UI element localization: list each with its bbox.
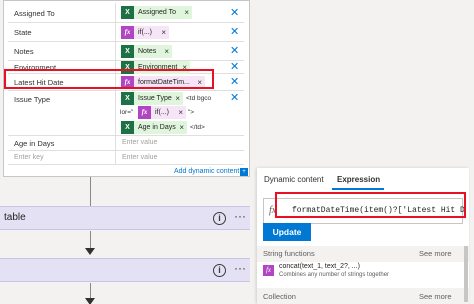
tab-dynamic-content[interactable]: Dynamic content xyxy=(264,175,324,184)
row-label: Notes xyxy=(14,47,34,56)
section-title: Collection xyxy=(263,292,296,301)
excel-icon: X xyxy=(121,121,134,134)
value-field[interactable]: X Notes × xyxy=(115,42,232,60)
action-card[interactable]: i ··· xyxy=(0,258,250,282)
update-button[interactable]: Update xyxy=(263,223,311,241)
arrow-down-icon xyxy=(85,298,95,304)
scrollbar[interactable] xyxy=(464,246,468,302)
html-text-fragment: "> xyxy=(188,109,195,116)
dynamic-token[interactable]: X Notes × xyxy=(121,45,172,58)
value-field[interactable]: Enter value xyxy=(115,151,232,164)
expression-token[interactable]: fx if(...) × xyxy=(138,106,186,119)
tab-expression[interactable]: Expression xyxy=(337,175,380,184)
delete-row-icon[interactable]: ✕ xyxy=(230,75,239,88)
row-label: State xyxy=(14,28,32,37)
add-dynamic-content-icon[interactable]: + xyxy=(240,168,248,176)
function-description: Combines any number of strings together xyxy=(279,272,390,278)
action-card-table[interactable]: table i ··· xyxy=(0,206,250,230)
dynamic-content-pane: Dynamic content Expression fx formatDate… xyxy=(257,168,469,304)
token-label: if(...) xyxy=(155,109,169,116)
more-options-icon[interactable]: ··· xyxy=(234,209,246,223)
expression-token[interactable]: fx if(...) × xyxy=(121,26,169,39)
token-label: Assigned To xyxy=(138,9,177,16)
function-icon: fx xyxy=(263,265,274,276)
function-icon: fx xyxy=(121,26,134,39)
see-more-link[interactable]: See more xyxy=(419,249,452,258)
form-row-notes: Notes X Notes × ✕ xyxy=(8,42,244,61)
remove-token-icon[interactable]: × xyxy=(164,45,169,58)
delete-row-icon[interactable]: ✕ xyxy=(230,44,239,57)
excel-icon: X xyxy=(121,45,134,58)
delete-row-icon[interactable]: ✕ xyxy=(230,60,239,73)
highlight-box xyxy=(4,69,214,89)
excel-icon: X xyxy=(121,6,134,19)
remove-token-icon[interactable]: × xyxy=(184,6,189,19)
row-label: Assigned To xyxy=(14,9,55,18)
value-field[interactable]: Enter value xyxy=(115,136,232,150)
form-row-state: State fx if(...) × ✕ xyxy=(8,23,244,42)
html-text-fragment: <td bgco xyxy=(186,95,212,102)
form-row-age-in-days: Age in Days Enter value xyxy=(8,136,244,151)
info-icon[interactable]: i xyxy=(213,264,226,277)
more-options-icon[interactable]: ··· xyxy=(234,261,246,275)
value-placeholder: Enter value xyxy=(122,154,158,161)
token-label: Issue Type xyxy=(138,95,172,102)
form-row-issue-type: Issue Type X Issue Type × <td bgco lor="… xyxy=(8,91,244,136)
highlight-box xyxy=(275,192,466,218)
value-field[interactable]: fx if(...) × xyxy=(115,23,232,41)
add-dynamic-content-link[interactable]: Add dynamic content xyxy=(174,168,239,175)
delete-row-icon[interactable]: ✕ xyxy=(230,25,239,38)
value-field[interactable]: X Assigned To × xyxy=(115,3,232,22)
excel-icon: X xyxy=(121,92,134,105)
function-icon: fx xyxy=(138,106,151,119)
remove-token-icon[interactable]: × xyxy=(179,121,184,134)
row-label: Issue Type xyxy=(14,95,51,104)
dynamic-token[interactable]: X Issue Type × xyxy=(121,92,183,105)
remove-token-icon[interactable]: × xyxy=(178,106,183,119)
row-label: Age in Days xyxy=(14,139,55,148)
key-input[interactable]: Enter key xyxy=(14,154,44,161)
delete-row-icon[interactable]: ✕ xyxy=(230,91,239,104)
token-label: Notes xyxy=(138,48,157,55)
section-string-functions: String functions See more xyxy=(257,246,469,262)
token-label: if(...) xyxy=(138,29,152,36)
token-label: Age in Days xyxy=(138,124,176,131)
html-text-fragment: </td> xyxy=(190,124,205,131)
see-more-link[interactable]: See more xyxy=(419,292,452,301)
remove-token-icon[interactable]: × xyxy=(175,92,180,105)
dynamic-token[interactable]: X Assigned To × xyxy=(121,6,192,19)
dynamic-token[interactable]: X Age in Days × xyxy=(121,121,187,134)
form-row-assigned-to: Assigned To X Assigned To × ✕ xyxy=(8,3,244,23)
connector-line xyxy=(90,177,91,206)
function-name: concat(text_1, text_2?, ...) xyxy=(279,263,360,270)
html-text-fragment: lor=" xyxy=(120,109,134,116)
value-placeholder: Enter value xyxy=(122,139,158,146)
info-icon[interactable]: i xyxy=(213,212,226,225)
value-field[interactable]: X Issue Type × <td bgco lor=" fx if(...)… xyxy=(115,91,232,135)
active-tab-indicator xyxy=(332,188,384,190)
remove-token-icon[interactable]: × xyxy=(161,26,166,39)
delete-row-icon[interactable]: ✕ xyxy=(230,6,239,19)
form-row-new: Enter key Enter value xyxy=(8,151,244,165)
section-collection: Collection See more xyxy=(257,288,469,304)
arrow-down-icon xyxy=(85,248,95,255)
section-title: String functions xyxy=(263,249,315,258)
action-card-title: table xyxy=(4,212,26,223)
